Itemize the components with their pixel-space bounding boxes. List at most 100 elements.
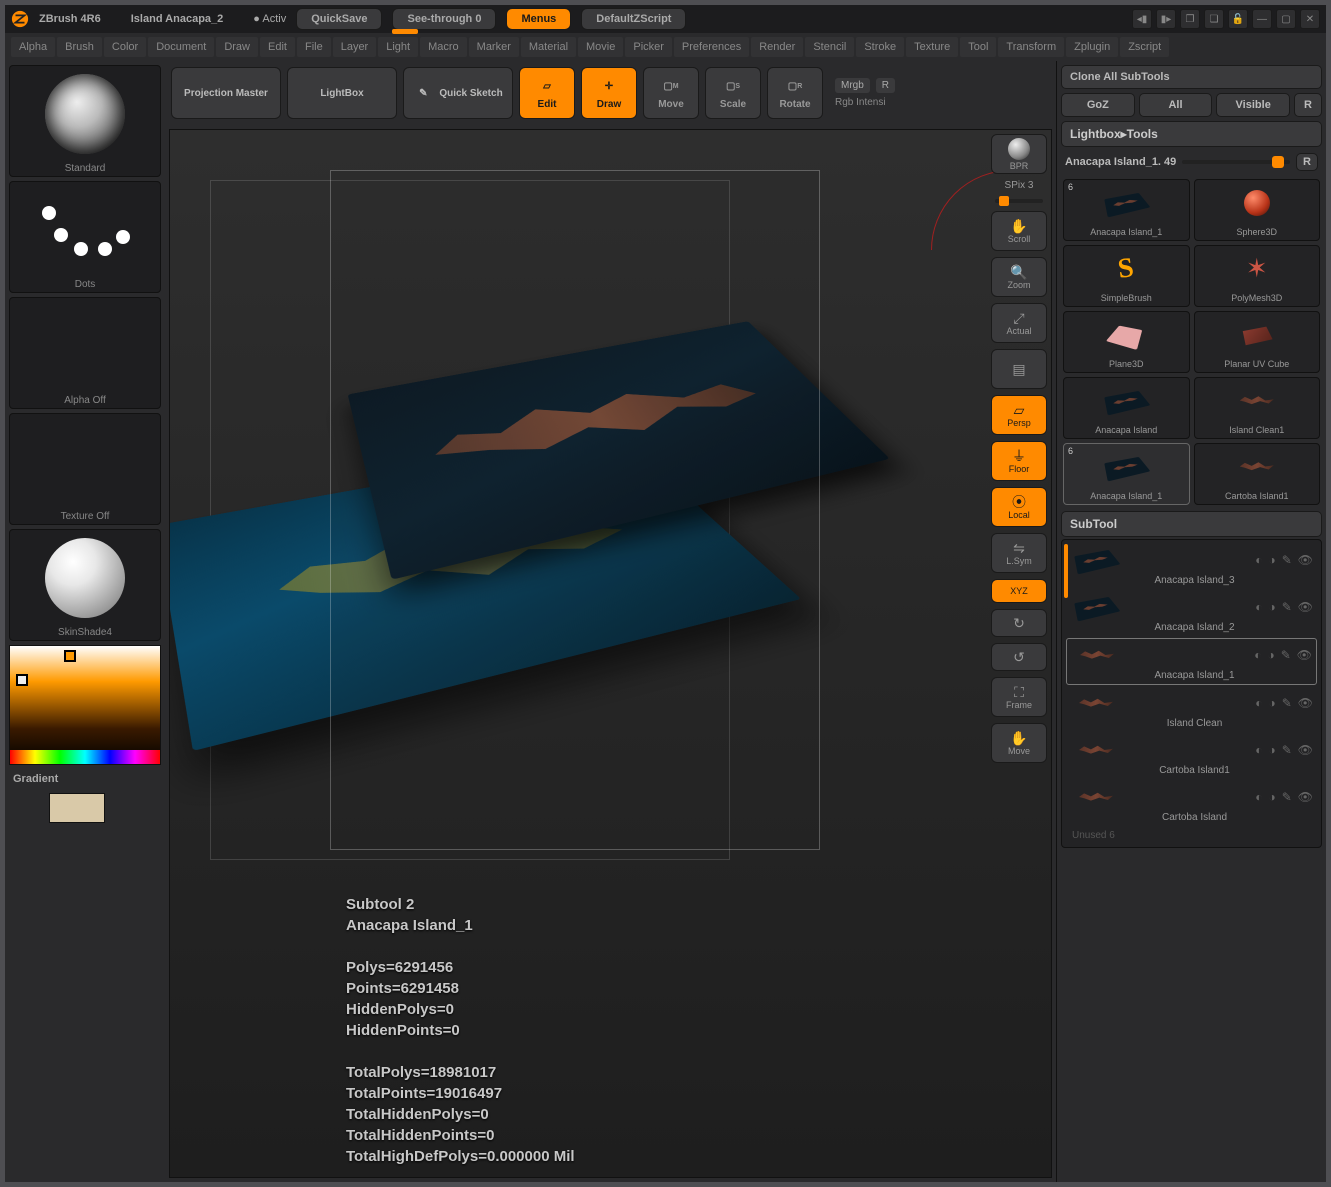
subtool-cartoba-island[interactable]: ◐◑✎👁Cartoba Island bbox=[1066, 781, 1317, 826]
goz-all-button[interactable]: All bbox=[1139, 93, 1213, 117]
tool-simplebrush[interactable]: SSimpleBrush bbox=[1063, 245, 1190, 307]
defaultzscript-button[interactable]: DefaultZScript bbox=[581, 8, 686, 30]
menu-movie[interactable]: Movie bbox=[578, 37, 623, 57]
menu-edit[interactable]: Edit bbox=[260, 37, 295, 57]
floor-button[interactable]: ⏚Floor bbox=[991, 441, 1047, 481]
shading-toggle-icon[interactable]: ◑ bbox=[1268, 696, 1275, 710]
color-picker[interactable] bbox=[9, 645, 161, 765]
maximize-icon[interactable]: ▢ bbox=[1276, 9, 1296, 29]
subtool-island-clean[interactable]: ◐◑✎👁Island Clean bbox=[1066, 687, 1317, 732]
brush-standard-slot[interactable]: Standard bbox=[9, 65, 161, 177]
alpha-slot[interactable]: Alpha Off bbox=[9, 297, 161, 409]
canvas-viewport[interactable]: Subtool 2 Anacapa Island_1 Polys=6291456… bbox=[170, 130, 1051, 1177]
quicksave-button[interactable]: QuickSave bbox=[296, 8, 382, 30]
viewport-move-button[interactable]: ✋Move bbox=[991, 723, 1047, 763]
polypaint-toggle-icon[interactable]: ◐ bbox=[1255, 790, 1262, 804]
brush-toggle-icon[interactable]: ✎ bbox=[1282, 553, 1292, 567]
tool-slider-r-button[interactable]: R bbox=[1296, 153, 1318, 171]
tool-sphere3d[interactable]: Sphere3D bbox=[1194, 179, 1321, 241]
tool-slider-track[interactable] bbox=[1182, 160, 1290, 164]
menu-texture[interactable]: Texture bbox=[906, 37, 958, 57]
dock-left-icon[interactable]: ◂▮ bbox=[1132, 9, 1152, 29]
polypaint-toggle-icon[interactable]: ◐ bbox=[1254, 648, 1261, 662]
menu-file[interactable]: File bbox=[297, 37, 331, 57]
subtool-anacapa-island-2[interactable]: ◐◑✎👁Anacapa Island_2 bbox=[1066, 591, 1317, 636]
close-icon[interactable]: ✕ bbox=[1300, 9, 1320, 29]
persp-button[interactable]: ▱Persp bbox=[991, 395, 1047, 435]
draw-mode-button[interactable]: ✛ Draw bbox=[581, 67, 637, 119]
dock-right-icon[interactable]: ▮▸ bbox=[1156, 9, 1176, 29]
hue-strip[interactable] bbox=[10, 750, 160, 764]
frame-button[interactable]: ⛶Frame bbox=[991, 677, 1047, 717]
visibility-eye-icon[interactable]: 👁 bbox=[1298, 743, 1313, 757]
local-button[interactable]: ⦿Local bbox=[991, 487, 1047, 527]
tool-polymesh3d[interactable]: ✶PolyMesh3D bbox=[1194, 245, 1321, 307]
color-marker-primary[interactable] bbox=[64, 650, 76, 662]
move-mode-button[interactable]: ▢M Move bbox=[643, 67, 699, 119]
menu-color[interactable]: Color bbox=[104, 37, 146, 57]
subtool-toggle-icons[interactable]: ◐◑✎👁 bbox=[1122, 553, 1313, 567]
shading-toggle-icon[interactable]: ◑ bbox=[1268, 600, 1275, 614]
menu-macro[interactable]: Macro bbox=[420, 37, 467, 57]
menu-document[interactable]: Document bbox=[148, 37, 214, 57]
menu-stroke[interactable]: Stroke bbox=[856, 37, 904, 57]
cascade-icon[interactable]: ❐ bbox=[1180, 9, 1200, 29]
quick-sketch-button[interactable]: ✎ Quick Sketch bbox=[403, 67, 513, 119]
brush-toggle-icon[interactable]: ✎ bbox=[1281, 648, 1291, 662]
tool-plane3d[interactable]: Plane3D bbox=[1063, 311, 1190, 373]
goz-button[interactable]: GoZ bbox=[1061, 93, 1135, 117]
menu-picker[interactable]: Picker bbox=[625, 37, 672, 57]
scroll-button[interactable]: ✋Scroll bbox=[991, 211, 1047, 251]
zoom-button[interactable]: 🔍Zoom bbox=[991, 257, 1047, 297]
visibility-eye-icon[interactable]: 👁 bbox=[1297, 648, 1312, 662]
brush-toggle-icon[interactable]: ✎ bbox=[1282, 600, 1292, 614]
subtool-palette-header[interactable]: SubTool bbox=[1061, 511, 1322, 537]
polypaint-toggle-icon[interactable]: ◐ bbox=[1255, 743, 1262, 757]
shading-toggle-icon[interactable]: ◑ bbox=[1267, 648, 1274, 662]
scale-mode-button[interactable]: ▢S Scale bbox=[705, 67, 761, 119]
color-marker-secondary[interactable] bbox=[16, 674, 28, 686]
polypaint-toggle-icon[interactable]: ◐ bbox=[1255, 553, 1262, 567]
seethrough-slider-knob[interactable] bbox=[392, 29, 418, 34]
menu-tool[interactable]: Tool bbox=[960, 37, 996, 57]
subtool-toggle-icons[interactable]: ◐◑✎👁 bbox=[1122, 600, 1313, 614]
menu-transform[interactable]: Transform bbox=[998, 37, 1064, 57]
bpr-button[interactable]: BPR bbox=[991, 134, 1047, 174]
menus-button[interactable]: Menus bbox=[506, 8, 571, 30]
menu-layer[interactable]: Layer bbox=[333, 37, 377, 57]
actual-button[interactable]: ⤢Actual bbox=[991, 303, 1047, 343]
rotate-mode-button[interactable]: ▢R Rotate bbox=[767, 67, 823, 119]
menu-stencil[interactable]: Stencil bbox=[805, 37, 854, 57]
subtool-scroll-indicator[interactable] bbox=[1064, 544, 1068, 598]
tool-planar-uv-cube[interactable]: Planar UV Cube bbox=[1194, 311, 1321, 373]
visibility-eye-icon[interactable]: 👁 bbox=[1298, 553, 1313, 567]
brush-toggle-icon[interactable]: ✎ bbox=[1282, 743, 1292, 757]
visibility-eye-icon[interactable]: 👁 bbox=[1298, 696, 1313, 710]
tool-anacapa-island-1[interactable]: 6Anacapa Island_1 bbox=[1063, 443, 1190, 505]
menu-render[interactable]: Render bbox=[751, 37, 803, 57]
tool-anacapa-island[interactable]: Anacapa Island bbox=[1063, 377, 1190, 439]
visibility-eye-icon[interactable]: 👁 bbox=[1298, 600, 1313, 614]
tool-anacapa-island-1[interactable]: 6Anacapa Island_1 bbox=[1063, 179, 1190, 241]
menu-marker[interactable]: Marker bbox=[469, 37, 519, 57]
subtool-toggle-icons[interactable]: ◐◑✎👁 bbox=[1122, 696, 1313, 710]
mrgb-button[interactable]: Mrgb bbox=[835, 78, 870, 93]
goz-visible-button[interactable]: Visible bbox=[1216, 93, 1290, 117]
menu-brush[interactable]: Brush bbox=[57, 37, 102, 57]
projection-master-button[interactable]: Projection Master bbox=[171, 67, 281, 119]
subtool-toggle-icons[interactable]: ◐◑✎👁 bbox=[1122, 790, 1313, 804]
minimize-icon[interactable]: — bbox=[1252, 9, 1272, 29]
subtool-anacapa-island-3[interactable]: ◐◑✎👁Anacapa Island_3 bbox=[1066, 544, 1317, 589]
subtool-cartoba-island1[interactable]: ◐◑✎👁Cartoba Island1 bbox=[1066, 734, 1317, 779]
goz-r-button[interactable]: R bbox=[1294, 93, 1322, 117]
lightbox-button[interactable]: LightBox bbox=[287, 67, 397, 119]
tile-icon[interactable]: ❏ bbox=[1204, 9, 1224, 29]
gradient-swatch[interactable] bbox=[49, 793, 105, 823]
stroke-dots-slot[interactable]: Dots bbox=[9, 181, 161, 293]
material-slot[interactable]: SkinShade4 bbox=[9, 529, 161, 641]
clone-all-subtools-button[interactable]: Clone All SubTools bbox=[1061, 65, 1322, 89]
lock-icon[interactable]: 🔓 bbox=[1228, 9, 1248, 29]
texture-slot[interactable]: Texture Off bbox=[9, 413, 161, 525]
r-button[interactable]: R bbox=[876, 78, 895, 93]
rot-z-button[interactable]: ↺ bbox=[991, 643, 1047, 671]
